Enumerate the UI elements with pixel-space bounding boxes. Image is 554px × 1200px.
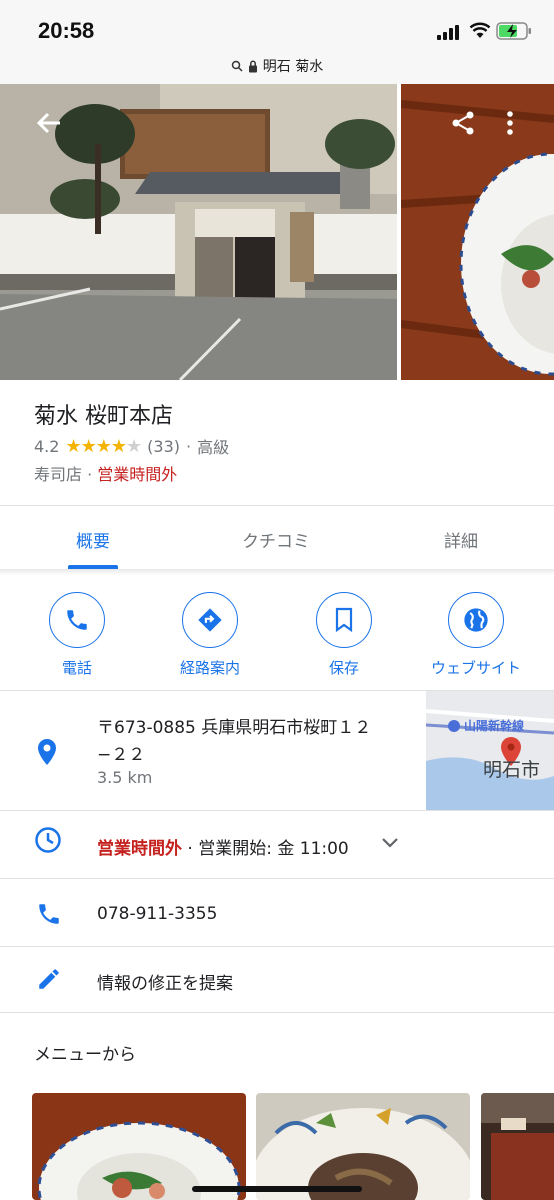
phone-number: 078-911-3355: [97, 904, 218, 924]
review-count: (33): [147, 436, 180, 456]
hours-status: 営業時間外: [97, 839, 182, 859]
more-options-icon[interactable]: [504, 110, 516, 136]
menu-section-title: メニューから: [34, 1045, 136, 1065]
url-bar[interactable]: 明石 菊水: [0, 50, 554, 84]
lock-icon: [248, 60, 257, 72]
call-label: 電話: [61, 659, 92, 677]
tab-overview[interactable]: 概要: [23, 527, 163, 552]
save-label: 保存: [328, 659, 359, 677]
tab-details[interactable]: 詳細: [391, 527, 531, 552]
website-button-circle[interactable]: [448, 592, 504, 648]
url-text: 明石 菊水: [262, 59, 324, 75]
separator-dot: ·: [185, 436, 192, 456]
bookmark-icon: [335, 607, 353, 633]
menu-photo[interactable]: [481, 1093, 554, 1200]
save-button-circle[interactable]: [316, 592, 372, 648]
suggest-edit-text: 情報の修正を提案: [97, 974, 233, 994]
photo-carousel[interactable]: [0, 84, 554, 380]
category-line: 寿司店 · 営業時間外: [34, 461, 177, 485]
hours-separator: ·: [182, 839, 199, 859]
globe-icon: [464, 608, 488, 632]
directions-label: 経路案内: [179, 659, 240, 677]
clock-icon: [35, 827, 61, 853]
divider: [0, 1012, 554, 1013]
home-indicator: [192, 1186, 362, 1192]
map-line-label: 山陽新幹線: [464, 719, 525, 733]
distance: 3.5 km: [97, 768, 153, 787]
rating-line[interactable]: 4.2 ★★★★★ (33) · 高級: [34, 434, 229, 458]
website-label: ウェブサイト: [430, 659, 521, 677]
divider: [0, 946, 554, 947]
menu-photo[interactable]: [256, 1093, 470, 1200]
directions-icon: [198, 608, 222, 632]
mini-map-graphic: [426, 691, 554, 810]
address-line-1: 〒673-0885 兵庫県明石市桜町１２: [97, 718, 372, 738]
cellular-signal-icon: [437, 24, 463, 40]
menu-photo-image: [481, 1093, 554, 1200]
share-icon[interactable]: [450, 110, 476, 136]
tab-bar: 概要 クチコミ 詳細: [0, 507, 554, 569]
website-button[interactable]: ウェブサイト: [416, 592, 536, 678]
map-city-label: 明石市: [483, 759, 541, 781]
battery-charging-icon: [496, 22, 531, 40]
divider: [0, 505, 554, 506]
menu-photo-image: [256, 1093, 470, 1200]
address-line-2: −２２: [97, 745, 146, 765]
phone-icon: [39, 904, 59, 924]
category: 寿司店: [34, 465, 83, 484]
hours-text: 営業時間外 · 営業開始: 金 11:00: [97, 834, 349, 859]
place-name: 菊水 桜町本店: [34, 404, 173, 429]
open-status: 営業時間外: [97, 465, 178, 484]
divider: [0, 878, 554, 879]
separator-dot: ·: [87, 465, 98, 484]
divider: [0, 810, 554, 811]
price-level: 高級: [197, 438, 230, 457]
status-bar: 20:58: [0, 0, 554, 50]
wifi-icon: [469, 22, 491, 38]
chevron-down-icon[interactable]: [381, 837, 399, 849]
pencil-icon: [39, 969, 59, 989]
tabs-shadow: [0, 569, 554, 575]
directions-button[interactable]: 経路案内: [150, 592, 270, 678]
dish-photo[interactable]: [401, 84, 554, 380]
save-button[interactable]: 保存: [284, 592, 404, 678]
tab-reviews[interactable]: クチコミ: [206, 527, 346, 552]
rating-value: 4.2: [34, 436, 60, 456]
call-button-circle[interactable]: [49, 592, 105, 648]
hours-next-open: 営業開始: 金 11:00: [198, 839, 349, 859]
menu-photo-image: [32, 1093, 246, 1200]
back-arrow-icon[interactable]: [36, 110, 62, 136]
status-time: 20:58: [38, 18, 95, 43]
phone-icon: [67, 610, 87, 630]
menu-photo[interactable]: [32, 1093, 246, 1200]
directions-button-circle[interactable]: [182, 592, 238, 648]
rating-stars: ★★★★★: [65, 435, 142, 457]
search-icon: [231, 60, 243, 72]
call-button[interactable]: 電話: [17, 592, 137, 678]
mini-map[interactable]: 山陽新幹線 明石市: [426, 691, 554, 810]
location-pin-icon: [38, 739, 56, 765]
